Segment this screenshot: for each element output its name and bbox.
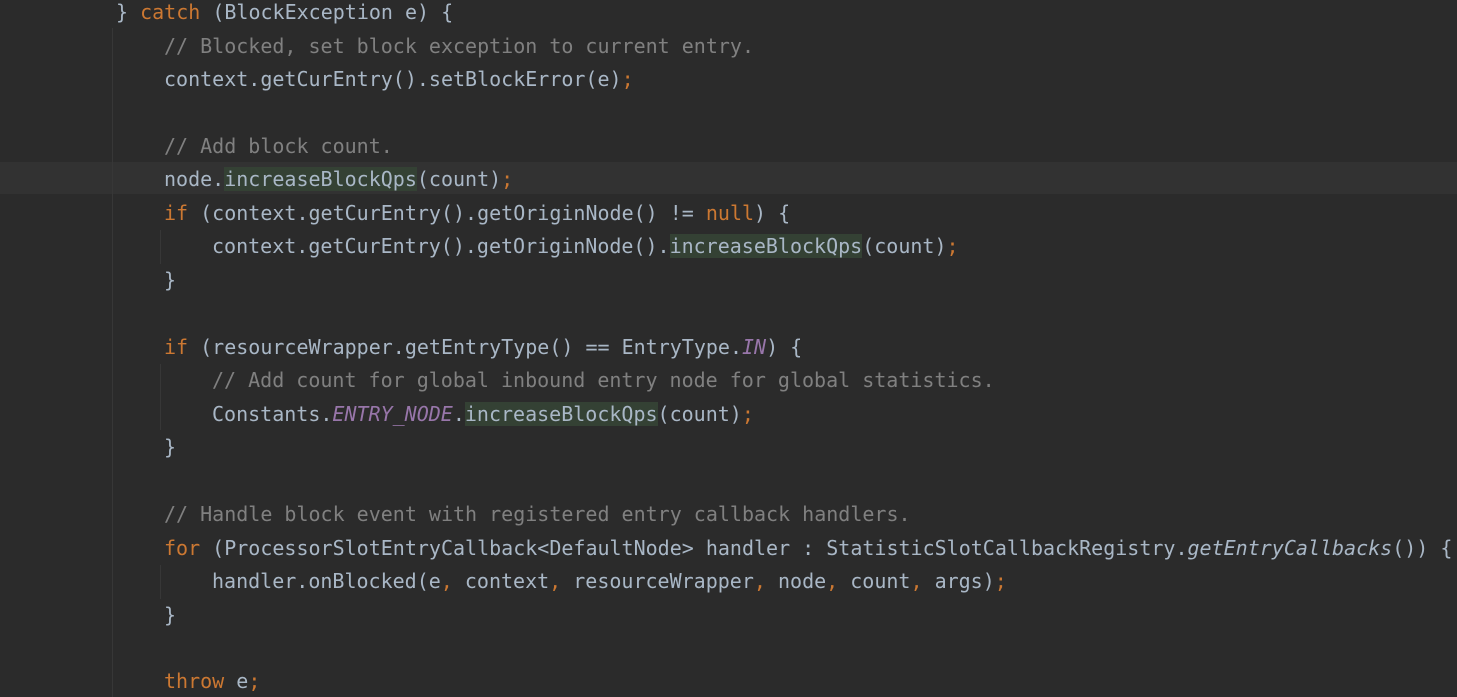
keyword-token: ; [248,669,261,693]
keyword-token: , [440,569,465,593]
code-token: args) [934,569,995,593]
usage-highlight-token: increaseBlockQps [669,234,863,258]
indent-guide [112,28,113,697]
indent-guide [160,364,161,430]
code-token: Constants. [212,402,333,426]
code-line[interactable]: for (ProcessorSlotEntryCallback<DefaultN… [164,532,1452,565]
code-token: ) { [754,201,791,225]
code-token: (context.getCurEntry().getOriginNode() !… [188,201,706,225]
indent-guide [160,230,161,264]
code-token: . [452,402,465,426]
code-line[interactable]: context.getCurEntry().getOriginNode().in… [212,230,959,263]
code-editor[interactable]: } catch (BlockException e) { // Blocked,… [0,0,1457,697]
code-token: context [464,569,550,593]
keyword-token: null [705,201,755,225]
code-token: (count) [862,234,947,258]
keyword-token: , [549,569,574,593]
code-token: ) { [766,335,803,359]
code-line[interactable]: // Add block count. [164,130,393,163]
code-line[interactable]: Constants.ENTRY_NODE.increaseBlockQps(co… [212,398,754,431]
static-field-token: ENTRY_NODE [332,402,453,426]
code-line[interactable]: } [164,264,176,297]
keyword-token: if [164,335,189,359]
code-line[interactable]: } [164,431,176,464]
keyword-token: for [164,536,201,560]
code-token: (ProcessorSlotEntryCallback<DefaultNode>… [200,536,1188,560]
code-line[interactable]: if (resourceWrapper.getEntryType() == En… [164,331,802,364]
keyword-token: catch [140,0,201,24]
code-line[interactable]: } [164,599,176,632]
code-token: resourceWrapper [573,569,754,593]
code-line[interactable]: // Blocked, set block exception to curre… [164,30,754,63]
code-token: } [116,0,141,24]
keyword-token: throw [164,669,225,693]
keyword-token: ; [994,569,1007,593]
code-token: (BlockException e) { [200,0,454,24]
code-token: e [224,669,249,693]
keyword-token: ; [946,234,959,258]
code-token: (count) [657,402,742,426]
keyword-token: , [753,569,778,593]
code-token: } [164,603,177,627]
code-line[interactable]: handler.onBlocked(e, context, resourceWr… [212,565,1007,598]
usage-highlight-token: increaseBlockQps [224,167,417,191]
code-token: context.getCurEntry().getOriginNode(). [212,234,670,258]
usage-highlight-token: increaseBlockQps [464,402,658,426]
code-line[interactable]: if (context.getCurEntry().getOriginNode(… [164,197,790,230]
code-line[interactable]: } catch (BlockException e) { [116,0,453,29]
code-token: } [164,435,177,459]
code-token: context.getCurEntry().setBlockError(e) [164,67,622,91]
comment-token: // Handle block event with registered en… [164,502,911,526]
code-token: node [777,569,827,593]
comment-token: // Add count for global inbound entry no… [212,368,995,392]
keyword-token: ; [501,167,514,191]
comment-token: // Blocked, set block exception to curre… [164,34,755,58]
keyword-token: , [826,569,851,593]
comment-token: // Add block count. [164,134,393,158]
keyword-token: if [164,201,189,225]
code-line[interactable]: throw e; [164,665,260,697]
code-token: handler.onBlocked(e [212,569,441,593]
static-method-token: getEntryCallbacks [1187,536,1393,560]
code-token: node. [164,167,225,191]
indent-guide [160,565,161,599]
static-field-token: IN [741,335,767,359]
code-token: count [850,569,911,593]
code-line[interactable]: // Handle block event with registered en… [164,498,911,531]
code-line[interactable]: node.increaseBlockQps(count); [164,163,513,196]
code-token: (count) [416,167,502,191]
keyword-token: ; [741,402,754,426]
code-token: (resourceWrapper.getEntryType() == Entry… [188,335,742,359]
code-line[interactable]: // Add count for global inbound entry no… [212,364,995,397]
code-token: ()) { [1392,536,1453,560]
code-line[interactable]: context.getCurEntry().setBlockError(e); [164,63,634,96]
keyword-token: , [910,569,935,593]
code-token: } [164,268,177,292]
keyword-token: ; [621,67,634,91]
